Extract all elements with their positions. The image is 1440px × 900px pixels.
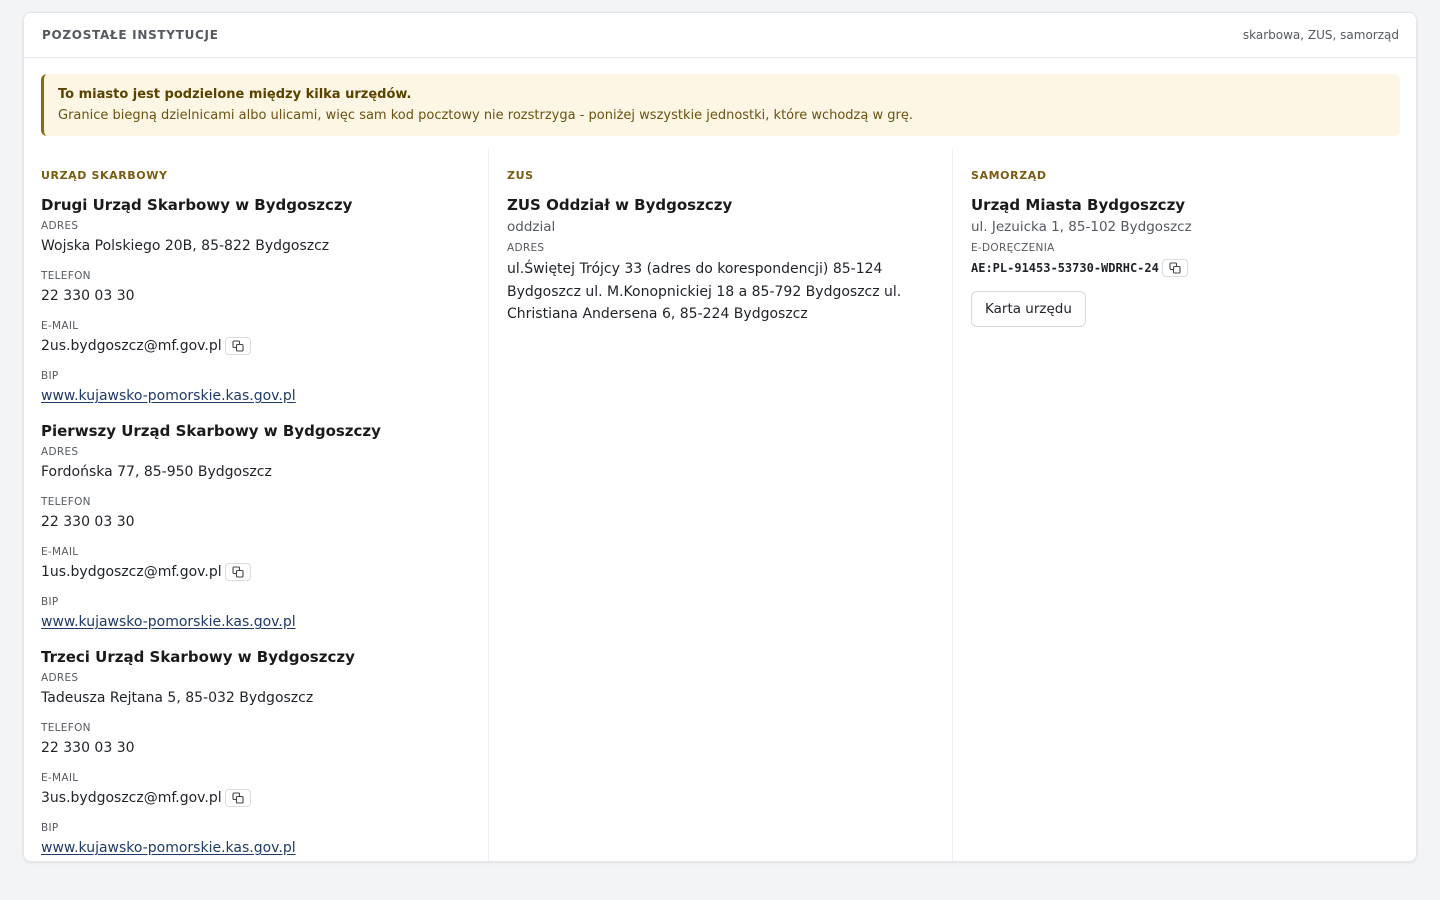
office-name: Trzeci Urząd Skarbowy w Bydgoszczy: [41, 648, 355, 666]
phone-label: TELEFON: [41, 722, 91, 734]
card-subtitle: skarbowa, ZUS, samorząd: [1242, 28, 1399, 42]
phone-value: 22 330 03 30: [41, 514, 135, 530]
email-label: E-MAIL: [41, 772, 79, 784]
email-value: 2us.bydgoszcz@mf.gov.pl: [41, 338, 222, 354]
tax-office-column: URZĄD SKARBOWY Drugi Urząd Skarbowy w By…: [24, 149, 488, 861]
office-name: Drugi Urząd Skarbowy w Bydgoszczy: [41, 196, 353, 214]
copy-icon: [232, 340, 244, 352]
address-label: ADRES: [41, 446, 79, 458]
copy-edelivery-button[interactable]: [1161, 259, 1188, 277]
copy-email-button[interactable]: [224, 563, 251, 581]
copy-icon: [1169, 262, 1181, 274]
section-label-tax: URZĄD SKARBOWY: [41, 169, 168, 182]
notice-text: Granice biegną dzielnicami albo ulicami,…: [58, 108, 913, 123]
email-row: 2us.bydgoszcz@mf.gov.pl: [41, 336, 488, 357]
edelivery-row: AE:PL-91453-53730-WDRHC-24: [971, 258, 1416, 279]
bip-label: BIP: [41, 370, 59, 382]
bip-label: BIP: [41, 596, 59, 608]
edelivery-label: E-DORĘCZENIA: [971, 242, 1055, 254]
office-card-button[interactable]: Karta urzędu: [971, 291, 1086, 327]
email-value: 3us.bydgoszcz@mf.gov.pl: [41, 790, 222, 806]
bip-label: BIP: [41, 822, 59, 834]
copy-icon: [232, 566, 244, 578]
zus-office-name: ZUS Oddział w Bydgoszczy: [507, 196, 733, 214]
phone-label: TELEFON: [41, 270, 91, 282]
municipal-office-name: Urząd Miasta Bydgoszczy: [971, 196, 1186, 214]
address-value: Tadeusza Rejtana 5, 85-032 Bydgoszcz: [41, 690, 314, 706]
address-label: ADRES: [41, 672, 79, 684]
section-label-municipal: SAMORZĄD: [971, 169, 1047, 182]
address-label: ADRES: [507, 242, 545, 254]
tax-office-entry: Pierwszy Urząd Skarbowy w Bydgoszczy ADR…: [41, 421, 488, 633]
edelivery-address: AE:PL-91453-53730-WDRHC-24: [971, 261, 1159, 275]
copy-email-button[interactable]: [224, 337, 251, 355]
municipal-column: SAMORZĄD Urząd Miasta Bydgoszczy ul. Jez…: [952, 149, 1416, 861]
phone-label: TELEFON: [41, 496, 91, 508]
notice-title: To miasto jest podzielone między kilka u…: [58, 87, 412, 102]
bip-link[interactable]: www.kujawsko-pomorskie.kas.gov.pl: [41, 614, 296, 630]
phone-value: 22 330 03 30: [41, 288, 135, 304]
address-value: Fordońska 77, 85-950 Bydgoszcz: [41, 464, 272, 480]
email-label: E-MAIL: [41, 320, 79, 332]
zus-address-value: ul.Świętej Trójcy 33 (adres do korespond…: [507, 261, 902, 322]
card-header: POZOSTAŁE INSTYTUCJE skarbowa, ZUS, samo…: [24, 13, 1416, 58]
copy-icon: [232, 792, 244, 804]
copy-email-button[interactable]: [224, 789, 251, 807]
address-label: ADRES: [41, 220, 79, 232]
zus-column: ZUS ZUS Oddział w Bydgoszczy oddzial ADR…: [488, 149, 952, 861]
email-value: 1us.bydgoszcz@mf.gov.pl: [41, 564, 222, 580]
municipal-address: ul. Jezuicka 1, 85-102 Bydgoszcz: [971, 219, 1192, 235]
tax-office-entry: Trzeci Urząd Skarbowy w Bydgoszczy ADRES…: [41, 647, 488, 859]
office-name: Pierwszy Urząd Skarbowy w Bydgoszczy: [41, 422, 381, 440]
bip-link[interactable]: www.kujawsko-pomorskie.kas.gov.pl: [41, 840, 296, 856]
bip-link[interactable]: www.kujawsko-pomorskie.kas.gov.pl: [41, 388, 296, 404]
other-institutions-card: POZOSTAŁE INSTYTUCJE skarbowa, ZUS, samo…: [23, 12, 1417, 862]
card-title: POZOSTAŁE INSTYTUCJE: [42, 28, 219, 42]
email-row: 3us.bydgoszcz@mf.gov.pl: [41, 788, 488, 809]
phone-value: 22 330 03 30: [41, 740, 135, 756]
tax-office-entry: Drugi Urząd Skarbowy w Bydgoszczy ADRES …: [41, 195, 488, 407]
email-label: E-MAIL: [41, 546, 79, 558]
split-city-notice: To miasto jest podzielone między kilka u…: [41, 74, 1400, 136]
section-label-zus: ZUS: [507, 169, 534, 182]
zus-office-type: oddzial: [507, 219, 556, 235]
address-value: Wojska Polskiego 20B, 85-822 Bydgoszcz: [41, 238, 330, 254]
email-row: 1us.bydgoszcz@mf.gov.pl: [41, 562, 488, 583]
